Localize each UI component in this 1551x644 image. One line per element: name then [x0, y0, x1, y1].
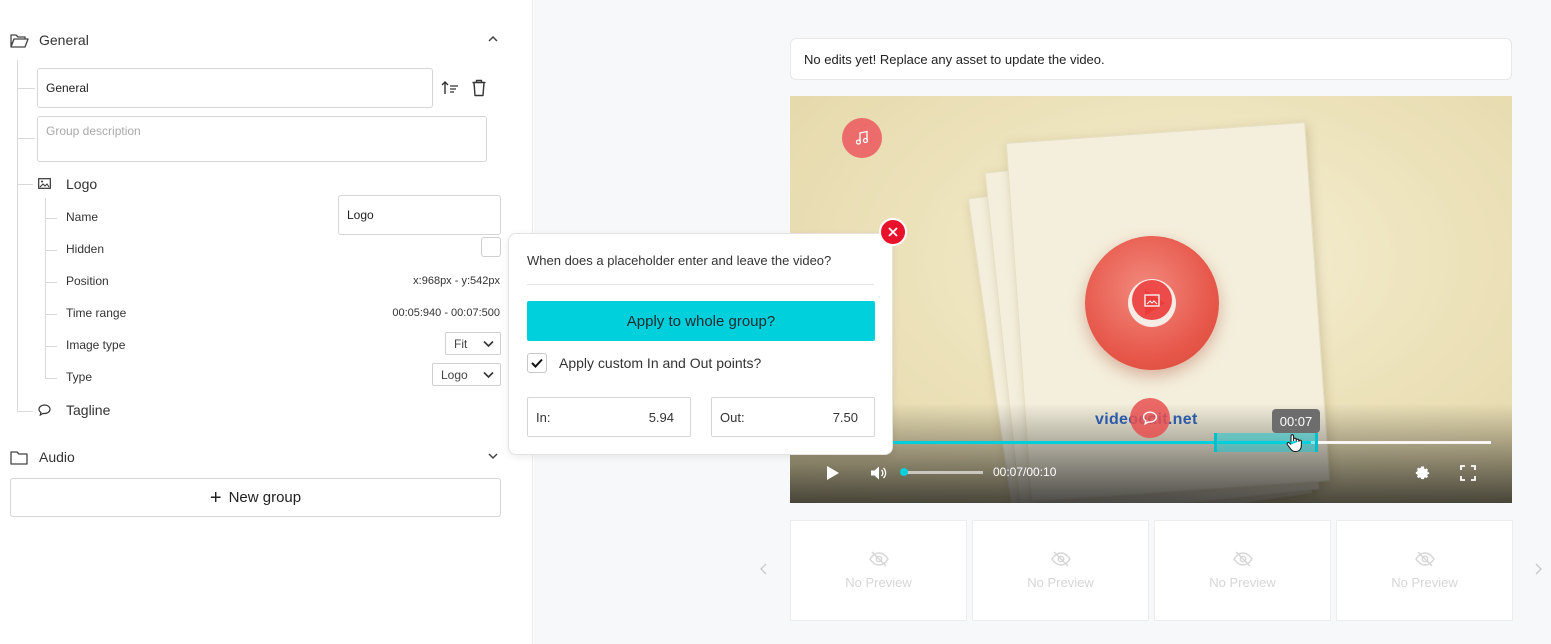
music-note-icon	[855, 130, 869, 145]
name-label: Name	[66, 210, 99, 224]
image-type-select[interactable]: Fit	[445, 332, 501, 355]
group-label-general: General	[39, 32, 89, 48]
placeholder-label-logo[interactable]: Logo	[66, 176, 97, 192]
eye-slash-icon	[1414, 551, 1435, 567]
eye-slash-icon	[868, 551, 889, 567]
in-out-points-popover: When does a placeholder enter and leave …	[508, 233, 893, 455]
plus-icon: +	[209, 486, 222, 509]
thumbnail-label: No Preview	[1391, 575, 1458, 590]
divider	[527, 284, 874, 285]
volume-icon[interactable]	[870, 465, 888, 481]
image-icon	[38, 178, 51, 189]
hand-cursor-icon	[1286, 434, 1302, 453]
thumbnail[interactable]: No Preview	[790, 520, 967, 621]
new-group-button[interactable]: + New group	[10, 478, 501, 517]
in-label: In:	[536, 409, 551, 425]
thumbnail-label: No Preview	[1209, 575, 1276, 590]
thumbnail[interactable]: No Preview	[1336, 520, 1513, 621]
chevron-down-icon	[483, 371, 494, 379]
eye-slash-icon	[1232, 551, 1253, 567]
chevron-right-icon[interactable]	[1534, 563, 1542, 575]
edit-notice: No edits yet! Replace any asset to updat…	[790, 38, 1512, 80]
folder-icon	[10, 450, 28, 465]
apply-to-group-button[interactable]: Apply to whole group?	[527, 301, 875, 341]
logo-name-input[interactable]: Logo	[338, 195, 501, 235]
in-point-input[interactable]: In: 5.94	[527, 397, 691, 437]
type-select[interactable]: Logo	[432, 363, 501, 386]
tree-branch	[45, 282, 57, 283]
out-value: 7.50	[832, 409, 858, 425]
trash-icon[interactable]	[471, 79, 487, 97]
time-display: 00:07/00:10	[993, 465, 1057, 479]
hidden-label: Hidden	[66, 242, 105, 256]
thumbnail[interactable]: No Preview	[972, 520, 1149, 621]
out-label: Out:	[720, 409, 745, 425]
group-name-input[interactable]: General	[37, 68, 433, 108]
tree-branch	[17, 411, 33, 412]
sort-icon[interactable]	[441, 80, 459, 96]
custom-points-label[interactable]: Apply custom In and Out points?	[559, 355, 761, 371]
tree-line	[17, 60, 18, 412]
in-value: 5.94	[648, 409, 674, 425]
logo-placeholder-marker[interactable]	[1132, 280, 1172, 320]
tree-branch	[45, 378, 57, 379]
thumbnail-label: No Preview	[1027, 575, 1094, 590]
eye-slash-icon	[1050, 551, 1071, 567]
image-type-label: Image type	[66, 338, 126, 352]
out-point-input[interactable]: Out: 7.50	[711, 397, 875, 437]
scrub-tooltip: 00:07	[1272, 409, 1320, 433]
thumbnail[interactable]: No Preview	[1154, 520, 1331, 621]
folder-open-icon	[10, 33, 29, 48]
tree-branch	[45, 250, 57, 251]
settings-gear-icon[interactable]	[1414, 464, 1431, 481]
placeholder-label-tagline[interactable]: Tagline	[66, 402, 110, 418]
hidden-checkbox[interactable]	[481, 237, 501, 257]
group-editor-panel: General General Group description Logo N…	[0, 0, 533, 644]
group-description-input[interactable]: Group description	[37, 116, 487, 162]
tree-line	[45, 198, 46, 378]
group-label-audio: Audio	[39, 449, 75, 465]
group-header-audio[interactable]: Audio	[10, 446, 502, 468]
image-icon	[1144, 293, 1160, 307]
tree-branch	[45, 314, 57, 315]
play-icon[interactable]	[826, 465, 840, 481]
tree-branch	[17, 88, 35, 89]
custom-points-checkbox[interactable]	[527, 353, 547, 373]
speech-bubble-icon	[38, 404, 51, 416]
chevron-up-icon[interactable]	[486, 32, 500, 46]
tree-branch	[17, 184, 33, 185]
popover-question: When does a placeholder enter and leave …	[527, 253, 832, 268]
type-label: Type	[66, 370, 93, 384]
volume-slider[interactable]	[903, 471, 983, 474]
new-group-label: New group	[228, 489, 302, 506]
close-icon	[888, 227, 898, 237]
tagline-placeholder-marker[interactable]	[1130, 398, 1170, 438]
video-player[interactable]: videoedit.net 00:07 00:07/00:10	[790, 96, 1512, 503]
close-popover-button[interactable]	[879, 218, 907, 246]
tree-branch	[45, 346, 57, 347]
position-value: x:968px - y:542px	[413, 275, 500, 287]
group-header-general[interactable]: General	[10, 29, 502, 51]
position-label: Position	[66, 274, 109, 288]
tree-branch	[17, 138, 35, 139]
checkmark-icon	[531, 358, 543, 368]
chevron-down-icon[interactable]	[486, 449, 500, 463]
volume-handle[interactable]	[900, 468, 908, 476]
tree-branch	[45, 218, 57, 219]
audio-placeholder-marker[interactable]	[842, 118, 882, 158]
chevron-left-icon[interactable]	[760, 563, 768, 575]
speech-bubble-icon	[1142, 411, 1158, 425]
thumbnail-label: No Preview	[845, 575, 912, 590]
fullscreen-icon[interactable]	[1460, 465, 1476, 481]
type-value: Logo	[441, 367, 468, 382]
time-range-label: Time range	[66, 306, 127, 320]
time-range-value[interactable]: 00:05:940 - 00:07:500	[392, 307, 500, 319]
chevron-down-icon	[483, 340, 494, 348]
image-type-value: Fit	[454, 336, 468, 351]
